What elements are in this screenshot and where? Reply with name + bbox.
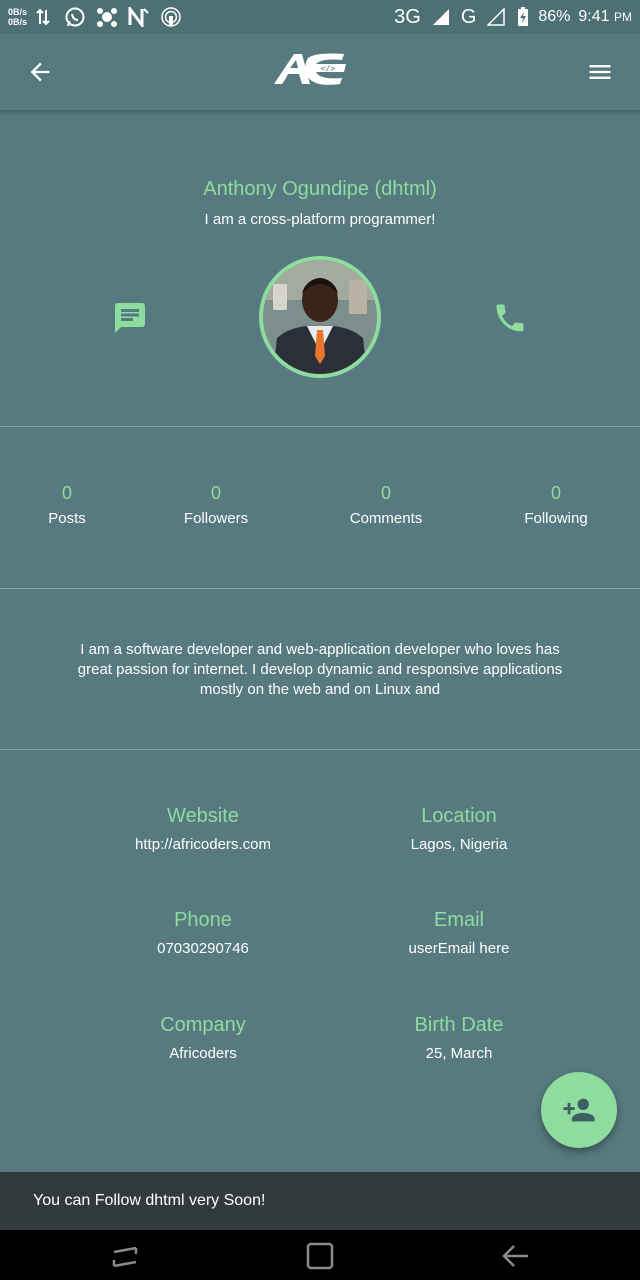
back-nav-button[interactable] <box>500 1240 532 1272</box>
info-location: Location Lagos, Nigeria <box>334 805 584 853</box>
profile-header: Anthony Ogundipe (dhtml) I am a cross-pl… <box>0 110 640 426</box>
stat-value: 0 <box>550 483 561 503</box>
whatsapp-icon <box>63 5 87 29</box>
clock: 9:41 PM <box>578 8 632 25</box>
info-title: Company <box>160 1014 246 1036</box>
stat-value: 0 <box>210 483 221 503</box>
stat-label: Following <box>524 510 588 527</box>
profile-bio: I am a software developer and web-applic… <box>77 641 563 698</box>
arrow-back-icon <box>30 62 50 82</box>
snackbar: You can Follow dhtml very Soon! <box>0 1172 640 1230</box>
divider <box>0 749 640 750</box>
message-button[interactable] <box>112 300 148 336</box>
info-company: Company Africoders <box>78 1014 328 1062</box>
battery-percent: 86% <box>538 8 571 25</box>
avatar[interactable] <box>259 256 381 378</box>
info-birthdate: Birth Date 25, March <box>334 1014 584 1062</box>
hotspot-icon <box>159 5 183 29</box>
info-value: 25, March <box>425 1045 493 1062</box>
website-link[interactable]: http://africoders.com <box>78 836 328 853</box>
n-app-icon <box>127 5 151 29</box>
home-icon <box>306 1242 334 1270</box>
email-value[interactable]: userEmail here <box>334 940 584 957</box>
recents-button[interactable] <box>110 1240 142 1272</box>
info-website: Website http://africoders.com <box>78 805 328 853</box>
stat-label: Comments <box>349 510 423 527</box>
stat-value: 0 <box>380 483 391 503</box>
profile-photo <box>263 260 377 374</box>
info-phone: Phone 07030290746 <box>78 909 328 957</box>
stat-comments[interactable]: 0 Comments <box>316 483 456 527</box>
person-add-icon <box>563 1098 595 1122</box>
svg-text:</>: </> <box>321 64 336 73</box>
network-3g: 3G <box>394 5 421 28</box>
app-logo: </> <box>272 50 352 88</box>
info-title: Phone <box>174 909 232 931</box>
app-toolbar: </> <box>0 34 640 110</box>
info-title: Birth Date <box>414 1014 504 1036</box>
stat-label: Followers <box>183 510 249 527</box>
app-notification-icon <box>95 5 119 29</box>
stat-following[interactable]: 0 Following <box>486 483 626 527</box>
data-arrows-icon <box>31 5 55 29</box>
menu-button[interactable] <box>582 54 618 90</box>
info-value: Africoders <box>169 1045 237 1062</box>
back-nav-icon <box>502 1245 528 1267</box>
battery-charging-icon <box>516 5 530 29</box>
home-button[interactable] <box>304 1240 336 1272</box>
stat-followers[interactable]: 0 Followers <box>146 483 286 527</box>
net-speed: 0B/s 0B/s <box>8 7 28 27</box>
info-email: Email userEmail here <box>334 909 584 957</box>
info-value: Lagos, Nigeria <box>410 836 508 853</box>
phone-number[interactable]: 07030290746 <box>78 940 328 957</box>
status-bar: 0B/s 0B/s 3G G 86% 9:41 PM <box>0 0 640 34</box>
stat-label: Posts <box>48 510 86 527</box>
back-button[interactable] <box>22 54 58 90</box>
stat-posts[interactable]: 0 Posts <box>0 483 137 527</box>
follow-fab-button[interactable] <box>541 1072 617 1148</box>
signal-icon <box>429 5 453 29</box>
profile-name: Anthony Ogundipe (dhtml) <box>203 178 437 200</box>
network-g: G <box>460 5 477 28</box>
divider <box>0 588 640 589</box>
recents-icon <box>112 1246 138 1268</box>
phone-icon <box>496 304 524 332</box>
hamburger-menu-icon <box>589 65 611 79</box>
profile-tagline: I am a cross-platform programmer! <box>204 211 436 228</box>
call-button[interactable] <box>492 300 528 336</box>
snackbar-message: You can Follow dhtml very Soon! <box>33 1192 266 1209</box>
info-title: Email <box>433 909 484 931</box>
status-right: 3G G 86% 9:41 PM <box>394 5 632 29</box>
signal-x-icon <box>484 5 508 29</box>
info-title: Location <box>421 805 497 827</box>
stat-value: 0 <box>61 483 72 503</box>
stats-row: 0 Posts 0 Followers 0 Comments 0 Followi… <box>0 427 640 587</box>
message-icon <box>115 303 145 333</box>
info-title: Website <box>167 805 239 827</box>
system-nav-bar <box>0 1230 640 1280</box>
